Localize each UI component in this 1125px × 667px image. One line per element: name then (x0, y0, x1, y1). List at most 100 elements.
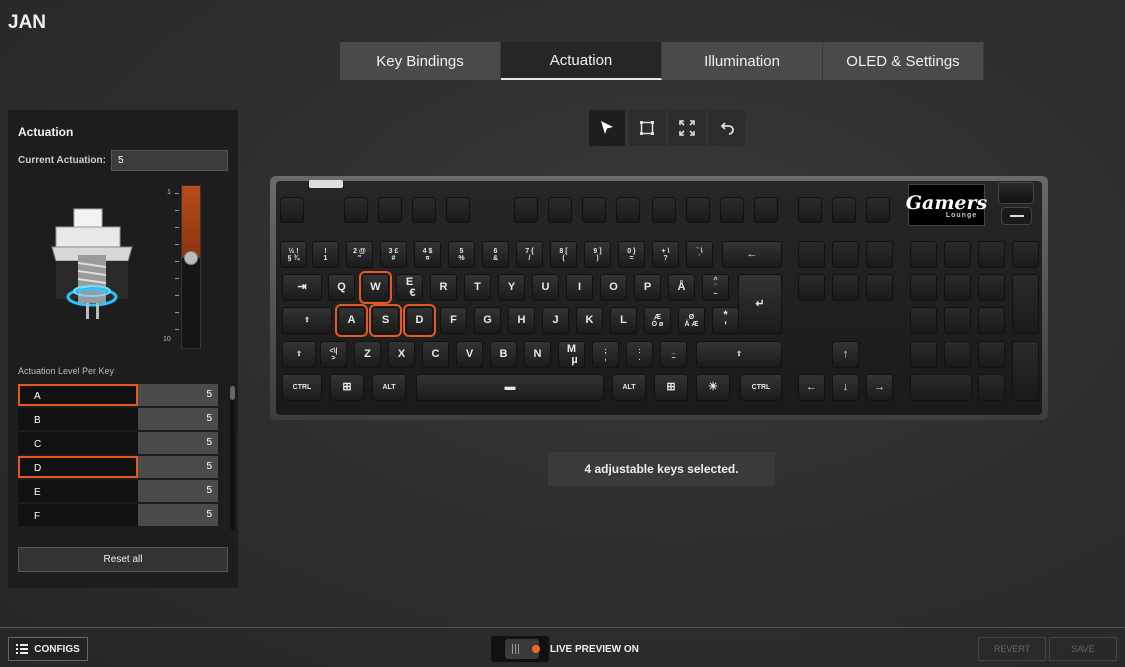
keyboard-key[interactable]: 0 } = (618, 241, 645, 268)
keyboard-key[interactable]: ⊞ (330, 374, 364, 401)
keyboard-key[interactable] (514, 197, 538, 223)
keyboard-key[interactable]: ALT (372, 374, 406, 401)
keyboard-key[interactable]: : . (626, 341, 653, 368)
keyboard-key[interactable]: ▬ (416, 374, 604, 401)
keyboard-key[interactable]: ⇪ (282, 307, 332, 334)
keyboard-key[interactable]: ` \ ´ (686, 241, 713, 268)
keyboard-key[interactable]: ⇧ (696, 341, 782, 368)
tab-actuation[interactable]: Actuation (501, 42, 662, 80)
keyboard-key[interactable]: U (532, 274, 559, 301)
keyboard-key[interactable]: D (403, 304, 436, 337)
keyboard-key[interactable] (1012, 341, 1039, 401)
keyboard-key[interactable]: R (430, 274, 457, 301)
keyboard-key[interactable]: X (388, 341, 415, 368)
keyboard-key[interactable]: <\| > (320, 341, 347, 368)
keyboard-key[interactable] (720, 197, 744, 223)
key-name[interactable]: B (18, 408, 138, 430)
tab-illumination[interactable]: Illumination (662, 42, 823, 80)
rectangle-select-button[interactable] (629, 110, 665, 146)
keyboard-key[interactable]: F (440, 307, 467, 334)
key-value[interactable]: 5 (138, 480, 218, 502)
keyboard-key[interactable]: L (610, 307, 637, 334)
keyboard-key[interactable] (944, 274, 971, 301)
keyboard-key[interactable]: ← (798, 374, 825, 401)
keyboard-key[interactable] (944, 341, 971, 368)
keyboard-key[interactable]: ^ ¨ ~ (702, 274, 729, 301)
keyboard-key[interactable]: ↑ (832, 341, 859, 368)
keyboard-key[interactable] (944, 241, 971, 268)
keyboard-key[interactable]: A (335, 304, 368, 337)
keyboard-key[interactable]: ⇥ (282, 274, 322, 301)
keyboard-key[interactable] (832, 274, 859, 301)
keyboard-key[interactable]: I (566, 274, 593, 301)
keyboard-key[interactable] (832, 241, 859, 268)
keyboard-key[interactable]: 6 & (482, 241, 509, 268)
current-actuation-field[interactable]: 5 (111, 150, 228, 171)
key-name[interactable]: E (18, 480, 138, 502)
keyboard-key[interactable]: E € (396, 274, 423, 301)
key-value[interactable]: 5 (138, 504, 218, 526)
keyboard-key[interactable]: ; , (592, 341, 619, 368)
keyboard-key[interactable] (344, 197, 368, 223)
keyboard-key[interactable]: M µ (558, 341, 585, 368)
keyboard-key[interactable] (910, 307, 937, 334)
key-value[interactable]: 5 (138, 456, 218, 478)
revert-button[interactable]: REVERT (978, 637, 1046, 661)
keyboard-key[interactable]: P (634, 274, 661, 301)
keyboard-key[interactable]: H (508, 307, 535, 334)
key-value[interactable]: 5 (138, 432, 218, 454)
keyboard-key[interactable] (798, 241, 825, 268)
keyboard-key[interactable]: 7 { / (516, 241, 543, 268)
actuation-slider[interactable] (181, 185, 201, 349)
keyboard-key[interactable]: N (524, 341, 551, 368)
keyboard-key[interactable]: C (422, 341, 449, 368)
keyboard-key[interactable]: ⇧ (282, 341, 316, 368)
keyboard-key[interactable] (1012, 241, 1039, 268)
keyboard-key[interactable] (582, 197, 606, 223)
keyboard-key[interactable]: T (464, 274, 491, 301)
keyboard-key[interactable] (910, 274, 937, 301)
key-value[interactable]: 5 (138, 384, 218, 406)
keyboard-key[interactable] (798, 197, 822, 223)
keyboard-key[interactable] (944, 307, 971, 334)
keyboard-key[interactable]: CTRL (282, 374, 322, 401)
keyboard-key[interactable]: ↓ (832, 374, 859, 401)
keyboard-key[interactable]: 4 $ ¤ (414, 241, 441, 268)
keyboard-key[interactable]: CTRL (740, 374, 782, 401)
keyboard-key[interactable]: Æ Ö ø (644, 307, 671, 334)
keyboard-key[interactable] (832, 197, 856, 223)
media-wheel[interactable] (998, 182, 1034, 204)
keyboard-key[interactable]: → (866, 374, 893, 401)
tab-oled-settings[interactable]: OLED & Settings (823, 42, 984, 80)
keyboard-key[interactable] (978, 307, 1005, 334)
keyboard-key[interactable]: ← (722, 241, 782, 268)
key-name[interactable]: F (18, 504, 138, 526)
undo-button[interactable] (709, 110, 745, 146)
keyboard-key[interactable]: B (490, 341, 517, 368)
keyboard-key[interactable] (446, 197, 470, 223)
keyboard-key[interactable]: Ø Ä Æ (678, 307, 705, 334)
list-scrollbar[interactable] (230, 386, 235, 530)
keyboard-key[interactable] (616, 197, 640, 223)
keyboard-key[interactable] (652, 197, 676, 223)
keyboard-key[interactable]: ALT (612, 374, 646, 401)
keyboard-key[interactable] (686, 197, 710, 223)
keyboard-key[interactable]: + \ ? (652, 241, 679, 268)
keyboard-key[interactable] (866, 274, 893, 301)
keyboard-key[interactable]: ½ ! § ¾ (280, 241, 307, 268)
reset-all-button[interactable]: Reset all (18, 547, 228, 572)
keyboard-key[interactable] (978, 374, 1005, 401)
key-name[interactable]: D (18, 456, 138, 478)
keyboard-key[interactable]: V (456, 341, 483, 368)
keyboard-key[interactable] (910, 241, 937, 268)
keyboard-key[interactable]: K (576, 307, 603, 334)
select-all-button[interactable] (669, 110, 705, 146)
keyboard-key[interactable]: 9 ] ) (584, 241, 611, 268)
keyboard-key[interactable]: J (542, 307, 569, 334)
keyboard-key[interactable]: S (369, 304, 402, 337)
keyboard-key[interactable]: ☀ (696, 374, 730, 401)
keyboard-key[interactable] (978, 341, 1005, 368)
keyboard-key[interactable]: 5 % (448, 241, 475, 268)
tab-key-bindings[interactable]: Key Bindings (340, 42, 501, 80)
keyboard-key[interactable]: Y (498, 274, 525, 301)
